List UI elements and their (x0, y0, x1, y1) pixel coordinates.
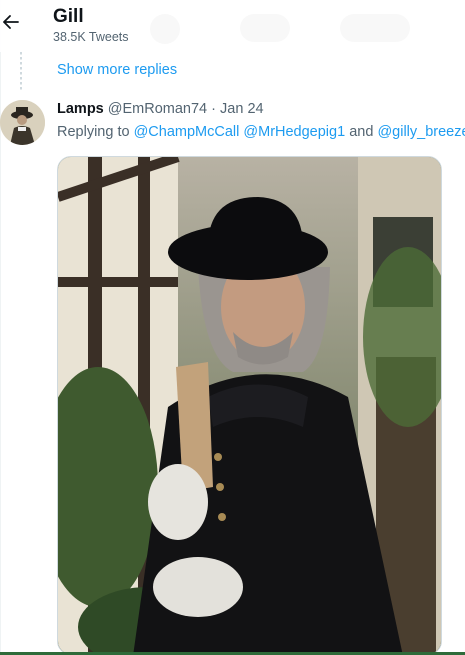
avatar-image (0, 100, 45, 145)
back-button[interactable] (0, 8, 22, 36)
separator: · (211, 101, 216, 117)
display-name[interactable]: Lamps (57, 101, 104, 117)
mention-link[interactable]: @MrHedgepig1 (243, 124, 345, 140)
tweet-photo[interactable] (57, 156, 442, 655)
tweet-count: 38.5K Tweets (53, 30, 129, 44)
faded-element (240, 14, 290, 42)
faded-element (340, 14, 410, 42)
handle[interactable]: @EmRoman74 (108, 101, 207, 117)
show-more-replies-link[interactable]: Show more replies (57, 62, 177, 78)
conjunction: and (349, 124, 374, 140)
photo-illustration (58, 157, 441, 654)
mention-link[interactable]: @gilly_breeze (377, 124, 465, 140)
replying-to: Replying to @ChampMcCall @MrHedgepig1 an… (57, 124, 465, 140)
left-border (0, 0, 1, 655)
arrow-left-icon (3, 15, 19, 29)
mention-link[interactable]: @ChampMcCall (134, 124, 240, 140)
thread-connector (20, 52, 22, 90)
tweet-date[interactable]: Jan 24 (220, 101, 264, 117)
tweet-header: Lamps @EmRoman74 · Jan 24 (57, 101, 264, 117)
top-header: Gill 38.5K Tweets (0, 0, 465, 52)
avatar[interactable] (0, 100, 45, 145)
replying-prefix: Replying to (57, 124, 130, 140)
faded-icon (150, 14, 180, 44)
page-title: Gill (53, 6, 84, 27)
